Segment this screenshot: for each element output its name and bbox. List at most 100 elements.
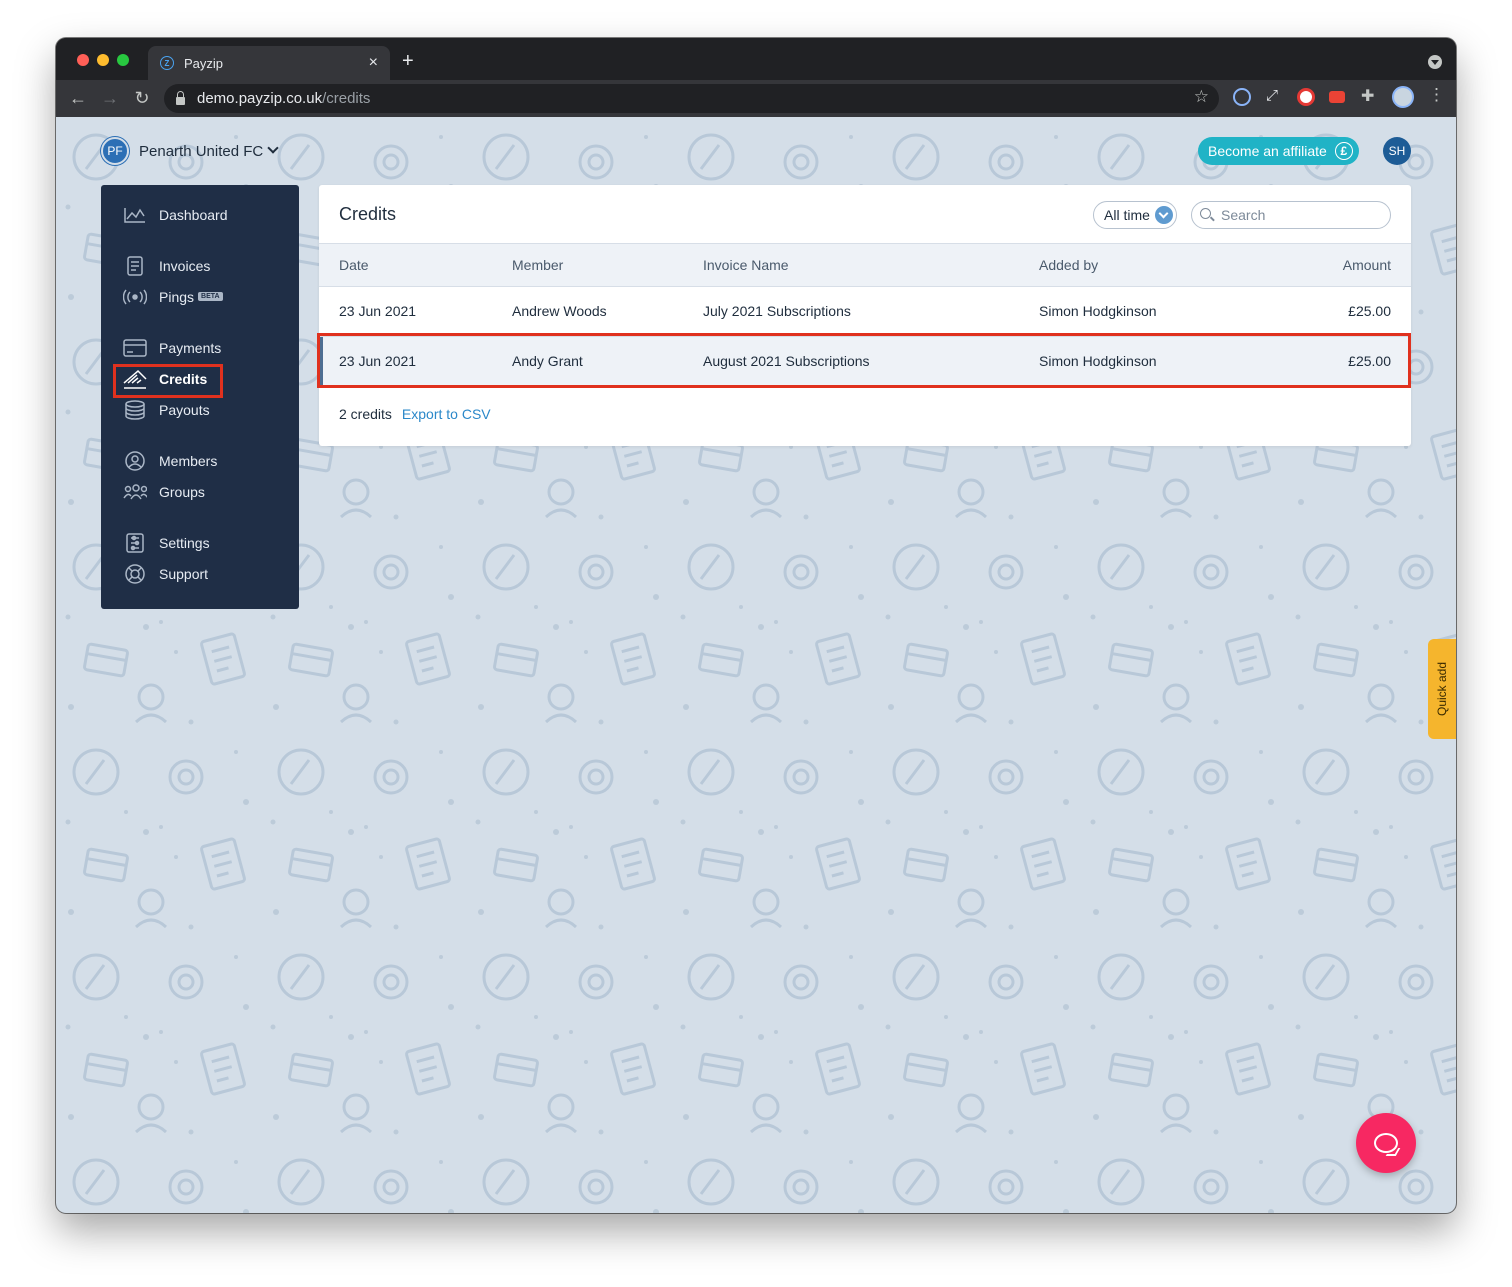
tab-title: Payzip [184,55,224,71]
sidebar-item-label: Support [159,565,209,582]
puzzle-extensions-icon[interactable]: ✚ [1361,86,1379,105]
password-manager-extension-icon[interactable] [1233,88,1251,106]
address-bar[interactable]: demo.payzip.co.uk/credits ☆ [164,84,1219,113]
url-path: /credits [322,90,371,107]
sidebar-item-label: Payouts [159,401,210,418]
invoice-icon [123,255,147,276]
sidebar-item-pings[interactable]: Pings BETA [101,281,299,312]
browser-window: Z Payzip × + ← → ↻ demo.payzip.co.uk/cre… [56,38,1456,1213]
sidebar-item-dashboard[interactable]: Dashboard [101,199,299,230]
broadcast-icon [123,287,147,307]
coins-icon [123,399,147,420]
quick-add-label: Quick add [1435,661,1449,717]
column-header-added-by[interactable]: Added by [1019,244,1219,286]
affiliate-label: Become an affiliate [1208,143,1327,159]
chevron-down-icon [1154,206,1173,224]
browser-toolbar: ← → ↻ demo.payzip.co.uk/credits ☆ ⤢ ✚ ⋮ [56,80,1456,117]
lock-icon [176,90,185,105]
browser-tab[interactable]: Z Payzip × [148,46,390,80]
credits-count: 2 credits [339,405,392,422]
date-filter-select[interactable]: All time [1093,201,1177,229]
cell-added-by: Simon Hodgkinson [1039,303,1157,319]
sidebar-item-label: Settings [159,534,210,551]
tab-search-icon[interactable] [1428,55,1442,69]
column-header-invoice-name[interactable]: Invoice Name [683,244,1019,286]
column-header-member[interactable]: Member [492,244,683,286]
reload-icon[interactable]: ↻ [126,88,158,109]
cell-member: Andrew Woods [512,303,607,319]
expand-extension-icon[interactable]: ⤢ [1266,87,1284,105]
page-title: Credits [339,203,397,224]
chevron-down-icon [267,142,279,154]
column-header-date[interactable]: Date [319,244,492,286]
panel-footer: 2 credits Export to CSV [319,387,1411,441]
cell-amount: £25.00 [1348,303,1391,319]
sidebar-item-settings[interactable]: Settings [101,527,299,558]
sidebar-item-label: Groups [159,483,205,500]
url-host: demo.payzip.co.uk [197,90,323,107]
chat-launcher-button[interactable] [1356,1113,1416,1173]
tab-bar: Z Payzip × + [56,38,1456,80]
bookmark-star-icon[interactable]: ☆ [1194,87,1209,107]
sidebar-item-groups[interactable]: Groups [101,476,299,507]
settings-icon [123,532,147,553]
pound-icon: £ [1334,142,1353,160]
chart-icon [123,205,147,225]
export-csv-link[interactable]: Export to CSV [402,406,491,422]
cell-date: 23 Jun 2021 [339,353,417,369]
payzip-favicon-icon: Z [160,56,174,70]
back-icon[interactable]: ← [62,88,94,109]
organization-switcher[interactable]: PF Penarth United FC [101,137,279,165]
sidebar-item-invoices[interactable]: Invoices [101,250,299,281]
sidebar-item-label: Pings [159,288,195,305]
table-row[interactable]: 23 Jun 2021 Andy Grant August 2021 Subsc… [319,336,1411,386]
org-name: Penarth United FC [139,142,264,160]
user-avatar[interactable]: SH [1383,137,1411,165]
sidebar-item-support[interactable]: Support [101,558,299,589]
quick-add-button[interactable]: Quick add [1428,639,1456,739]
pokeball-extension-icon[interactable] [1297,88,1315,106]
cell-member: Andy Grant [512,353,583,369]
date-filter-value: All time [1104,207,1150,223]
group-icon [123,482,147,502]
search-input[interactable] [1221,207,1381,223]
sidebar-nav: Dashboard Invoices Pings BETA Payments C… [101,185,299,609]
zoom-window-button[interactable] [117,54,129,66]
cell-date: 23 Jun 2021 [339,303,417,319]
credits-highlight-box [113,364,223,398]
cell-amount: £25.00 [1348,353,1391,369]
card-icon [123,338,147,358]
sidebar-item-payments[interactable]: Payments [101,332,299,363]
cell-added-by: Simon Hodgkinson [1039,353,1157,369]
search-box[interactable] [1191,201,1391,229]
become-affiliate-button[interactable]: Become an affiliate £ [1198,137,1359,165]
chat-bubble-icon [1374,1133,1398,1153]
browser-menu-icon[interactable]: ⋮ [1428,85,1446,104]
credits-panel: Credits All time Date Member Invoice Nam… [317,185,1411,446]
search-icon [1200,208,1214,222]
profile-avatar-icon[interactable] [1392,86,1414,108]
new-tab-button[interactable]: + [402,50,414,73]
sidebar-item-payouts[interactable]: Payouts [101,394,299,425]
tab-close-icon[interactable]: × [369,54,378,72]
column-header-amount[interactable]: Amount [1219,244,1411,286]
sidebar-item-label: Dashboard [159,206,228,223]
credits-table: Date Member Invoice Name Added by Amount… [319,244,1411,387]
forward-icon[interactable]: → [94,88,126,109]
sidebar-item-label: Invoices [159,257,211,274]
sidebar-item-members[interactable]: Members [101,445,299,476]
beta-badge: BETA [198,292,223,301]
sidebar-item-label: Payments [159,339,222,356]
table-row[interactable]: 23 Jun 2021 Andrew Woods July 2021 Subsc… [319,286,1411,336]
cell-invoice-name: August 2021 Subscriptions [703,353,870,369]
sidebar-item-label: Members [159,452,218,469]
cell-invoice-name: July 2021 Subscriptions [703,303,851,319]
table-header-row: Date Member Invoice Name Added by Amount [319,244,1411,286]
minimize-window-button[interactable] [97,54,109,66]
user-icon [123,450,147,471]
page-viewport: PF Penarth United FC Become an affiliate… [56,117,1456,1213]
close-window-button[interactable] [77,54,89,66]
panel-header: Credits All time [319,185,1411,244]
lifebuoy-icon [123,563,147,584]
video-extension-icon[interactable] [1329,91,1345,103]
